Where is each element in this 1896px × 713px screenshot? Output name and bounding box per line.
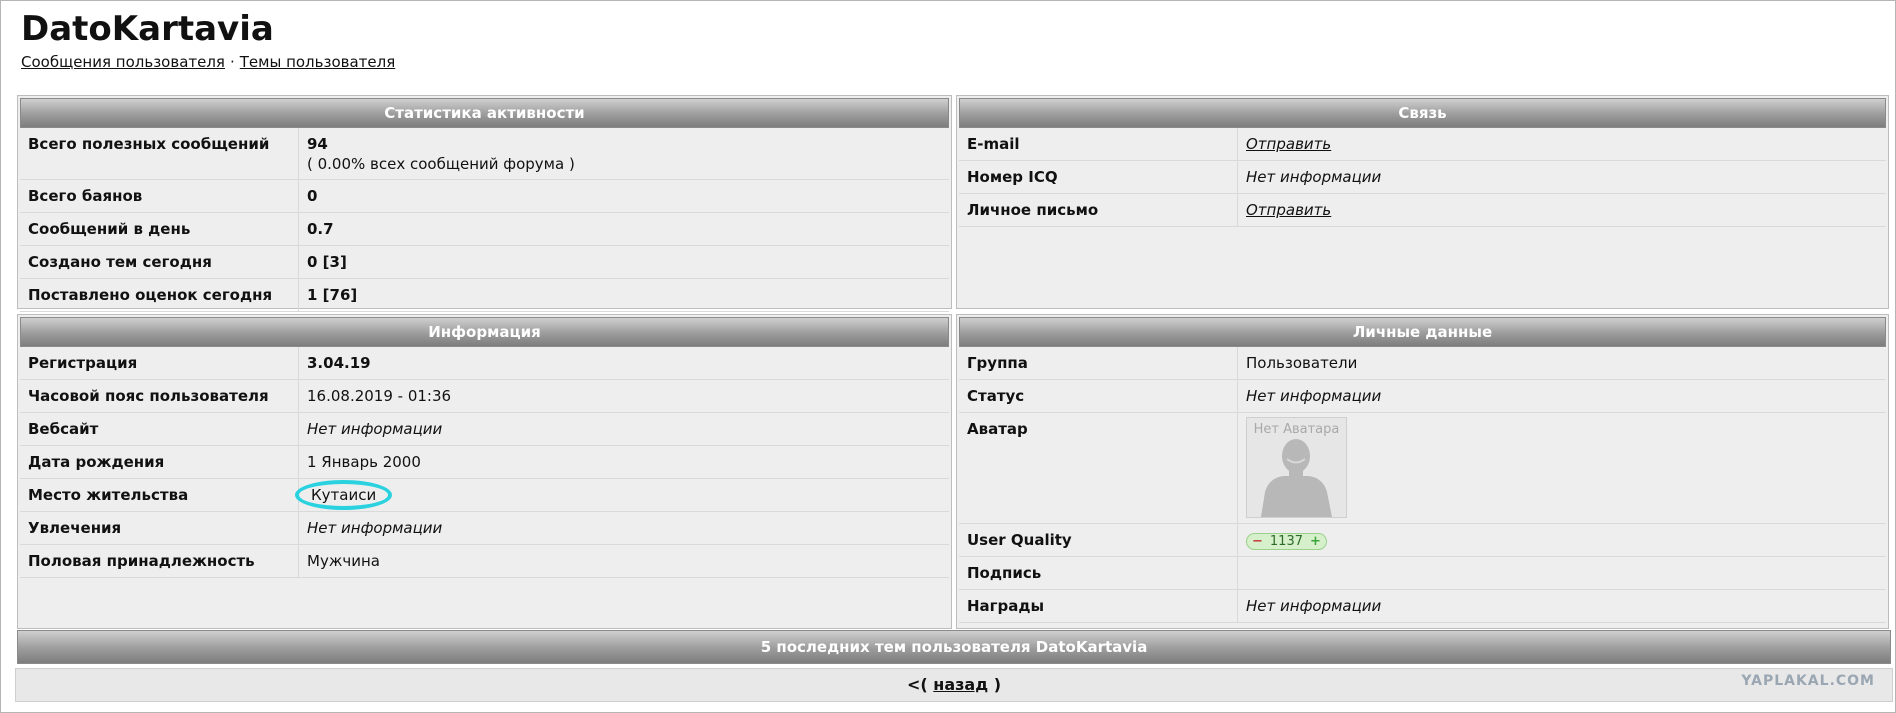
stat-value: 0 [3] [298,245,949,279]
user-links: Сообщения пользователя · Темы пользователя [21,53,395,71]
private-message-link[interactable]: Отправить [1246,201,1331,219]
activity-table: Всего полезных сообщений 94 ( 0.00% всех … [20,128,949,312]
email-send-link[interactable]: Отправить [1246,135,1331,153]
info-label: Часовой пояс пользователя [20,379,299,413]
personal-value: Нет Аватара [1237,412,1886,524]
table-row: Награды Нет информации [959,589,1886,623]
info-label: Место жительства [20,478,299,512]
personal-label: Статус [959,379,1238,413]
table-row: Увлечения Нет информации [20,511,949,545]
personal-panel: Личные данные Группа Пользователи Статус… [956,314,1889,629]
table-row: Сообщений в день 0.7 [20,212,949,246]
stat-label: Всего полезных сообщений [20,128,299,180]
contact-label: Личное письмо [959,193,1238,227]
table-row: Дата рождения 1 Январь 2000 [20,445,949,479]
contact-label: E-mail [959,128,1238,161]
contact-value: Нет информации [1237,160,1886,194]
table-row: Регистрация 3.04.19 [20,347,949,380]
contact-value: Отправить [1237,193,1886,227]
table-row: Подпись [959,556,1886,590]
stat-label: Всего баянов [20,179,299,213]
personal-value [1237,556,1886,590]
stat-number: 94 [307,135,328,153]
contact-label: Номер ICQ [959,160,1238,194]
table-row: Создано тем сегодня 0 [3] [20,245,949,279]
contact-panel: Связь E-mail Отправить Номер ICQ Нет инф… [956,95,1889,309]
info-value: Нет информации [298,412,949,446]
contact-panel-header: Связь [959,98,1886,128]
table-row: Место жительства Кутаиси [20,478,949,512]
personal-label: Аватар [959,412,1238,524]
info-value: 16.08.2019 - 01:36 [298,379,949,413]
rate-down-button[interactable]: − [1249,534,1266,549]
highlight-circle: Кутаиси [295,480,393,510]
stat-value: 0 [298,179,949,213]
info-value: Нет информации [298,511,949,545]
personal-value: Пользователи [1237,347,1886,380]
link-separator: · [229,53,235,71]
activity-panel: Статистика активности Всего полезных соо… [17,95,952,312]
table-row: Вебсайт Нет информации [20,412,949,446]
info-value: 3.04.19 [298,347,949,380]
info-value: Кутаиси [295,478,949,512]
personal-label: Группа [959,347,1238,380]
activity-panel-header: Статистика активности [20,98,949,128]
back-suffix: ) [993,675,1002,694]
personal-label: Подпись [959,556,1238,590]
back-bar: <( назад ) [15,668,1893,702]
stat-label: Поставлено оценок сегодня [20,278,299,312]
info-value: 1 Январь 2000 [298,445,949,479]
page-title: DatoKartavia [21,9,274,49]
rate-up-button[interactable]: + [1307,534,1324,549]
personal-value: Нет информации [1237,379,1886,413]
table-row: Всего баянов 0 [20,179,949,213]
table-row: Часовой пояс пользователя 16.08.2019 - 0… [20,379,949,413]
info-label: Половая принадлежность [20,544,299,578]
info-label: Вебсайт [20,412,299,446]
table-row: User Quality − 1137 + [959,523,1886,557]
back-link[interactable]: назад [933,675,988,694]
table-row: Статус Нет информации [959,379,1886,413]
info-label: Дата рождения [20,445,299,479]
user-posts-link[interactable]: Сообщения пользователя [21,53,225,71]
user-quality-score: 1137 [1269,533,1303,549]
table-row: E-mail Отправить [959,128,1886,161]
info-label: Регистрация [20,347,299,380]
site-watermark: YAPLAKAL.COM [1741,673,1875,689]
info-table: Регистрация 3.04.19 Часовой пояс пользов… [20,347,949,578]
contact-table: E-mail Отправить Номер ICQ Нет информаци… [959,128,1886,227]
stat-label: Создано тем сегодня [20,245,299,279]
table-row: Всего полезных сообщений 94 ( 0.00% всех … [20,128,949,180]
contact-value: Отправить [1237,128,1886,161]
stat-value: 94 ( 0.00% всех сообщений форума ) [298,128,949,180]
personal-value: Нет информации [1237,589,1886,623]
stat-value: 1 [76] [298,278,949,312]
table-row: Группа Пользователи [959,347,1886,380]
personal-panel-header: Личные данные [959,317,1886,347]
back-prefix: <( [906,675,928,694]
recent-topics-header: 5 последних тем пользователя DatoKartavi… [17,630,1891,664]
personal-label: Награды [959,589,1238,623]
table-row: Половая принадлежность Мужчина [20,544,949,578]
info-panel: Информация Регистрация 3.04.19 Часовой п… [17,314,952,629]
table-row: Номер ICQ Нет информации [959,160,1886,194]
stat-value: 0.7 [298,212,949,246]
table-row: Личное письмо Отправить [959,193,1886,227]
info-value: Мужчина [298,544,949,578]
table-row: Поставлено оценок сегодня 1 [76] [20,278,949,312]
avatar: Нет Аватара [1246,417,1347,518]
info-panel-header: Информация [20,317,949,347]
user-topics-link[interactable]: Темы пользователя [240,53,396,71]
stat-percent-note: ( 0.00% всех сообщений форума ) [307,155,575,173]
personal-value: − 1137 + [1237,523,1886,557]
stat-label: Сообщений в день [20,212,299,246]
page-frame: DatoKartavia Сообщения пользователя · Темы… [0,0,1896,713]
personal-table: Группа Пользователи Статус Нет информаци… [959,347,1886,623]
user-quality-badge: − 1137 + [1246,532,1327,550]
personal-label: User Quality [959,523,1238,557]
info-label: Увлечения [20,511,299,545]
person-silhouette-icon [1261,439,1332,517]
table-row: Аватар Нет Аватара [959,412,1886,524]
